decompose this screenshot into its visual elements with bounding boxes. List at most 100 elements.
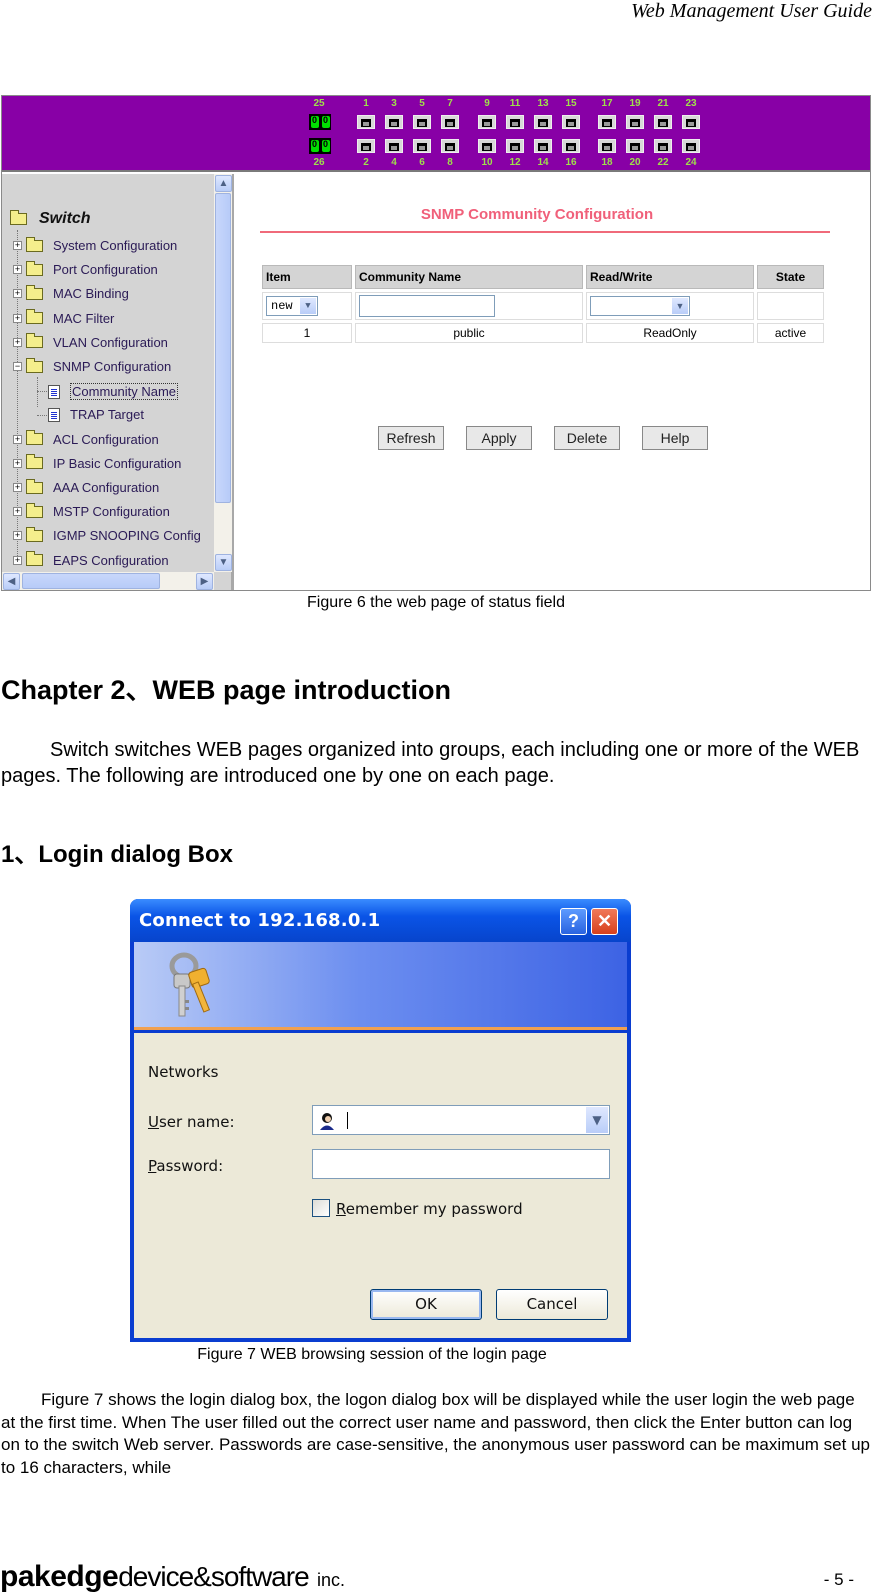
tree-item[interactable]: + System Configuration <box>13 236 178 253</box>
ethernet-port-icon[interactable] <box>682 139 700 153</box>
community-name-input[interactable] <box>359 295 495 317</box>
ethernet-port-icon[interactable] <box>441 115 459 129</box>
close-icon[interactable]: ✕ <box>591 908 618 935</box>
port-label: 12 <box>509 157 521 168</box>
expand-icon[interactable]: + <box>13 434 22 444</box>
tree-item[interactable]: + EAPS Configuration <box>13 551 169 568</box>
delete-button[interactable]: Delete <box>554 426 620 450</box>
chevron-down-icon[interactable]: ▼ <box>672 298 688 314</box>
ethernet-port-icon[interactable] <box>534 115 552 129</box>
ethernet-port-icon[interactable] <box>506 115 524 129</box>
item-select[interactable]: new ▼ <box>266 296 318 316</box>
tree-item[interactable]: + MAC Filter <box>13 309 115 326</box>
fiber-port-icon[interactable] <box>309 114 331 130</box>
fiber-port-icon[interactable] <box>309 138 331 154</box>
scroll-down-arrow-icon[interactable]: ▼ <box>215 554 232 571</box>
column-header-community-name: Community Name <box>355 265 583 289</box>
tree-item[interactable]: − SNMP Configuration <box>13 357 171 374</box>
ethernet-port-icon[interactable] <box>385 115 403 129</box>
expand-icon[interactable]: + <box>13 555 22 565</box>
ethernet-port-icon[interactable] <box>441 139 459 153</box>
ethernet-port-icon[interactable] <box>654 115 672 129</box>
port-label: 7 <box>447 98 453 109</box>
help-icon[interactable]: ? <box>560 908 587 935</box>
chapter-intro-paragraph: Switch switches WEB pages organized into… <box>1 739 860 787</box>
expand-icon[interactable]: + <box>13 289 22 299</box>
tree-item[interactable]: + AAA Configuration <box>13 478 159 495</box>
vertical-scrollbar[interactable]: ▲ ▼ <box>214 174 232 572</box>
help-button[interactable]: Help <box>642 426 708 450</box>
folder-icon <box>26 526 43 542</box>
ethernet-port-icon[interactable] <box>654 139 672 153</box>
port-label: 20 <box>629 157 641 168</box>
horizontal-scrollbar[interactable]: ◀ ▶ <box>2 572 214 590</box>
column-header-state: State <box>757 265 824 289</box>
ethernet-port-icon[interactable] <box>506 139 524 153</box>
scroll-up-arrow-icon[interactable]: ▲ <box>215 175 232 192</box>
read-write-select[interactable]: ▼ <box>590 296 690 316</box>
expand-icon[interactable]: + <box>13 531 22 541</box>
ethernet-port-icon[interactable] <box>385 139 403 153</box>
tree-item-label: IP Basic Configuration <box>53 455 182 471</box>
column-header-read-write: Read/Write <box>586 265 754 289</box>
expand-icon[interactable]: + <box>13 265 22 275</box>
remember-password-checkbox[interactable] <box>312 1199 330 1217</box>
tree-item[interactable]: + IP Basic Configuration <box>13 454 182 471</box>
expand-icon[interactable]: + <box>13 483 22 492</box>
tree-item-selected[interactable]: Community Name <box>48 383 179 401</box>
ethernet-port-icon[interactable] <box>357 139 375 153</box>
ok-button[interactable]: OK <box>370 1289 482 1320</box>
tree-root-switch[interactable]: Switch <box>10 210 91 228</box>
remember-password-label[interactable]: Remember my password <box>336 1200 523 1218</box>
ethernet-port-icon[interactable] <box>562 139 580 153</box>
expand-icon[interactable]: + <box>13 337 22 347</box>
cancel-button[interactable]: Cancel <box>496 1289 608 1320</box>
refresh-button[interactable]: Refresh <box>378 426 444 450</box>
tree-item[interactable]: + IGMP SNOOPING Config <box>13 526 201 543</box>
page-number: - 5 - <box>823 1570 854 1589</box>
ethernet-port-icon[interactable] <box>413 115 431 129</box>
ethernet-port-icon[interactable] <box>598 115 616 129</box>
expand-icon[interactable]: + <box>13 241 22 250</box>
scroll-left-arrow-icon[interactable]: ◀ <box>3 573 20 590</box>
expand-icon[interactable]: + <box>13 458 22 468</box>
port-label: 3 <box>391 98 397 109</box>
chevron-down-icon[interactable]: ▼ <box>300 298 316 314</box>
tree-item[interactable]: + Port Configuration <box>13 260 158 278</box>
horizontal-scroll-thumb[interactable] <box>22 573 160 589</box>
dialog-title-bar[interactable]: Connect to 192.168.0.1 ? ✕ <box>130 899 631 942</box>
tree-item[interactable]: + VLAN Configuration <box>13 333 168 350</box>
table-row[interactable]: 1 public ReadOnly active <box>262 323 824 343</box>
dialog-body: Networks User name: ▼ Password: Remember… <box>134 1033 627 1338</box>
ethernet-port-icon[interactable] <box>413 139 431 153</box>
tree-item-label: System Configuration <box>53 238 178 253</box>
ethernet-port-icon[interactable] <box>626 115 644 129</box>
expand-icon[interactable]: + <box>13 313 22 323</box>
document-icon <box>48 384 60 399</box>
tree-item[interactable]: TRAP Target <box>48 407 144 422</box>
tree-item-label: Port Configuration <box>53 262 158 278</box>
user-name-combobox[interactable]: ▼ <box>312 1105 610 1135</box>
expand-icon[interactable]: + <box>13 507 22 517</box>
tree-item-label: MAC Filter <box>53 310 115 326</box>
document-header-title: Web Management User Guide <box>631 0 872 22</box>
ethernet-port-icon[interactable] <box>534 139 552 153</box>
ethernet-port-icon[interactable] <box>357 115 375 129</box>
ethernet-port-icon[interactable] <box>598 139 616 153</box>
apply-button[interactable]: Apply <box>466 426 532 450</box>
password-input[interactable] <box>312 1149 610 1179</box>
port-label: 1 <box>363 98 369 109</box>
ethernet-port-icon[interactable] <box>478 139 496 153</box>
ethernet-port-icon[interactable] <box>478 115 496 129</box>
tree-item[interactable]: + ACL Configuration <box>13 430 159 447</box>
scroll-right-arrow-icon[interactable]: ▶ <box>196 573 213 590</box>
tree-item[interactable]: + MAC Binding <box>13 284 129 301</box>
ethernet-port-icon[interactable] <box>682 115 700 129</box>
ethernet-port-icon[interactable] <box>562 115 580 129</box>
ethernet-port-icon[interactable] <box>626 139 644 153</box>
chevron-down-icon[interactable]: ▼ <box>586 1107 608 1133</box>
vertical-scroll-thumb[interactable] <box>215 193 231 503</box>
tree-item[interactable]: + MSTP Configuration <box>13 502 170 519</box>
action-buttons: Refresh Apply Delete Help <box>378 426 708 450</box>
collapse-icon[interactable]: − <box>13 362 22 371</box>
